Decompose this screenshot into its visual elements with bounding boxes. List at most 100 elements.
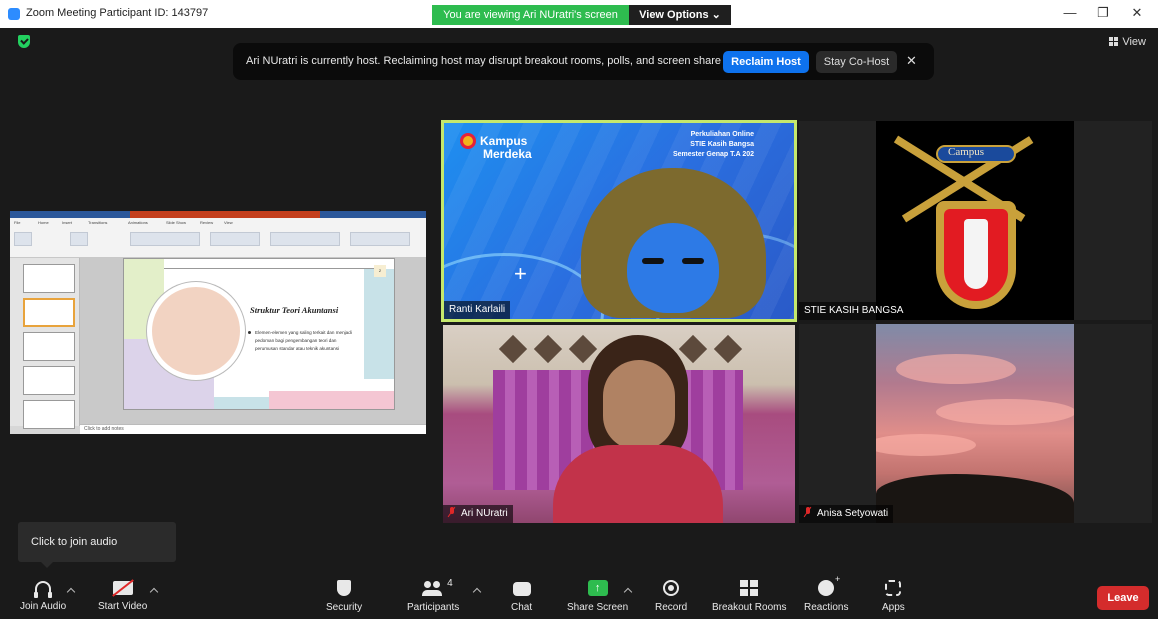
campus-banner-text: Campus bbox=[948, 146, 985, 158]
stie-kasih-bangsa-logo: Campus bbox=[876, 121, 1074, 320]
ppt-slides-tool bbox=[70, 232, 88, 246]
breakout-rooms-icon bbox=[740, 580, 759, 596]
close-window-button[interactable]: ✕ bbox=[1122, 3, 1152, 23]
ppt-tab: Animations bbox=[128, 220, 148, 225]
chat-label: Chat bbox=[511, 602, 533, 613]
reactions-label: Reactions bbox=[804, 602, 849, 613]
slide-bullet: Elemen-elemen yang saling terkait dan me… bbox=[248, 329, 360, 353]
plus-decoration-icon: + bbox=[514, 261, 527, 286]
notes-placeholder: Click to add notes bbox=[84, 426, 124, 432]
ppt-ribbon: File Home Insert Transitions Animations … bbox=[10, 218, 426, 258]
stay-cohost-button[interactable]: Stay Co-Host bbox=[816, 51, 897, 73]
join-audio-button[interactable]: Join Audio bbox=[20, 578, 66, 612]
participant-eye bbox=[642, 258, 664, 264]
ppt-tab: File bbox=[14, 220, 21, 225]
record-button[interactable]: Record bbox=[655, 580, 687, 613]
shield-stripe bbox=[964, 219, 988, 289]
participant-body bbox=[553, 445, 723, 523]
tree-silhouette bbox=[876, 474, 1074, 523]
leave-button[interactable]: Leave bbox=[1097, 586, 1149, 610]
share-screen-label: Share Screen bbox=[567, 602, 629, 613]
wall-decoration-icon bbox=[678, 334, 708, 364]
ppt-tab: Slide Show bbox=[166, 220, 187, 225]
minimize-button[interactable]: — bbox=[1055, 3, 1085, 23]
breakout-rooms-button[interactable]: Breakout Rooms bbox=[712, 580, 786, 613]
logo-line-2: Merdeka bbox=[483, 147, 532, 161]
slide-block-top bbox=[164, 259, 384, 269]
ppt-tab: Review bbox=[200, 220, 214, 225]
ppt-tab: View bbox=[224, 220, 233, 225]
participant-face bbox=[627, 223, 719, 313]
record-icon bbox=[663, 580, 680, 596]
slide-circle bbox=[147, 282, 245, 380]
participants-icon: 4 bbox=[422, 578, 453, 596]
sunset-sky-image bbox=[876, 324, 1074, 523]
apps-icon bbox=[885, 580, 902, 596]
view-options-button[interactable]: View Options ⌄ bbox=[629, 5, 731, 25]
wall-decoration-icon bbox=[533, 334, 563, 364]
start-video-button[interactable]: Start Video bbox=[98, 578, 147, 612]
video-tile-stie[interactable]: Campus STIE KASIH BANGSA bbox=[799, 121, 1152, 320]
video-tile-ari[interactable]: Ari NUratri bbox=[443, 325, 795, 523]
wall-decoration-icon bbox=[568, 334, 598, 364]
ppt-drawing-tools bbox=[270, 232, 340, 246]
view-layout-button[interactable]: View bbox=[1109, 36, 1146, 48]
ppt-canvas: Struktur Teori Akuntansi Elemen-elemen y… bbox=[80, 258, 426, 424]
course-info: Perkuliahan Online STIE Kasih Bangsa Sem… bbox=[673, 130, 754, 160]
video-tile-anisa[interactable]: Anisa Setyowati bbox=[799, 324, 1152, 523]
apps-button[interactable]: Apps bbox=[882, 580, 905, 613]
muted-mic-icon bbox=[448, 507, 456, 517]
participant-name-bar: Anisa Setyowati bbox=[799, 505, 894, 523]
host-notification-banner: Ari NUratri is currently host. Reclaimin… bbox=[233, 43, 934, 80]
join-audio-tooltip: Click to join audio bbox=[18, 522, 176, 568]
viewing-screen-indicator: You are viewing Ari NUratri's screen bbox=[432, 5, 629, 25]
start-video-label: Start Video bbox=[98, 601, 148, 612]
slide-thumbnail bbox=[23, 366, 75, 395]
participant-face bbox=[603, 360, 675, 450]
course-line: STIE Kasih Bangsa bbox=[690, 141, 754, 148]
ppt-tab: Transitions bbox=[88, 220, 108, 225]
participant-name: Ranti Karlaili bbox=[444, 301, 511, 319]
shield-emblem-icon bbox=[936, 201, 1016, 309]
kampus-merdeka-logo: Kampus Merdeka bbox=[460, 133, 532, 160]
join-audio-label: Join Audio bbox=[20, 601, 67, 612]
wall-decoration-icon bbox=[498, 334, 528, 364]
participants-label: Participants bbox=[407, 602, 460, 613]
video-tile-ranti[interactable]: Kampus Merdeka Perkuliahan Online STIE K… bbox=[441, 120, 797, 322]
reactions-smiley-icon bbox=[818, 574, 840, 596]
encryption-shield-icon[interactable] bbox=[18, 35, 30, 48]
share-screen-button[interactable]: ↑ Share Screen bbox=[567, 580, 628, 613]
reclaim-host-button[interactable]: Reclaim Host bbox=[723, 51, 809, 73]
banner-close-icon[interactable]: ✕ bbox=[906, 53, 917, 69]
view-label: View bbox=[1122, 36, 1146, 48]
ppt-editing-tools bbox=[350, 232, 410, 246]
record-label: Record bbox=[655, 602, 688, 613]
muted-mic-icon bbox=[804, 507, 812, 517]
ppt-paste-tool bbox=[14, 232, 32, 246]
slide-block-teal bbox=[364, 269, 394, 379]
restore-button[interactable]: ❐ bbox=[1088, 3, 1118, 23]
grid-icon bbox=[1109, 37, 1119, 46]
participants-count: 4 bbox=[447, 578, 453, 589]
window-title-bar: Zoom Meeting Participant ID: 143797 You … bbox=[0, 0, 1158, 28]
slide-number: 2 bbox=[374, 265, 386, 277]
course-line: Semester Genap T.A 202 bbox=[672, 151, 754, 158]
course-line: Perkuliahan Online bbox=[690, 131, 754, 138]
apps-label: Apps bbox=[882, 602, 905, 613]
video-off-icon bbox=[112, 581, 133, 595]
reactions-button[interactable]: Reactions bbox=[804, 574, 849, 613]
shield-inner bbox=[944, 209, 1008, 301]
cloud bbox=[936, 399, 1074, 425]
headphone-icon bbox=[34, 581, 53, 598]
ppt-slide-panel bbox=[10, 258, 80, 429]
ppt-tab: Insert bbox=[62, 220, 73, 225]
participant-name: STIE KASIH BANGSA bbox=[799, 302, 909, 320]
participant-eye bbox=[682, 258, 704, 264]
participant-name: Anisa Setyowati bbox=[817, 508, 889, 519]
chat-button[interactable]: Chat bbox=[511, 580, 532, 613]
shared-screen[interactable]: File Home Insert Transitions Animations … bbox=[10, 211, 426, 434]
cloud bbox=[896, 354, 1016, 384]
ppt-font-tools bbox=[130, 232, 200, 246]
participants-button[interactable]: 4 Participants bbox=[407, 578, 460, 613]
security-button[interactable]: Security bbox=[326, 580, 362, 613]
